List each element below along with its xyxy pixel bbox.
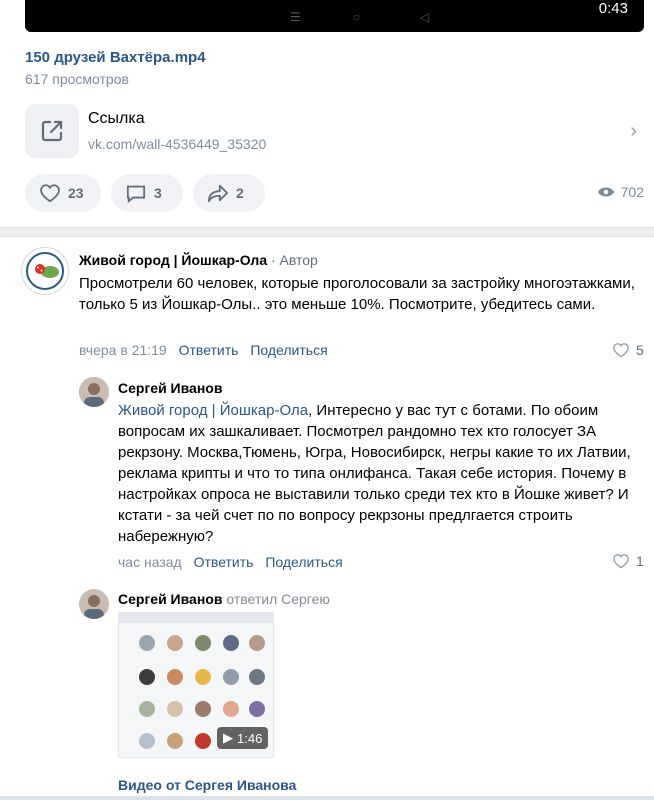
thumbnail-avatar xyxy=(249,701,265,717)
video-caption[interactable]: Видео от Сергея Иванова xyxy=(118,777,296,793)
video-thumbnail[interactable]: ▶ 1:46 xyxy=(118,612,274,758)
eye-icon xyxy=(597,187,614,197)
thumbnail-avatar xyxy=(195,701,211,717)
home-nav-icon: ○ xyxy=(353,10,361,24)
thumbnail-avatar xyxy=(167,733,183,749)
video-duration: 0:43 xyxy=(598,0,628,17)
thumbnail-avatar xyxy=(195,733,211,749)
thumbnail-header xyxy=(119,613,273,623)
share-link[interactable]: Поделиться xyxy=(250,342,327,358)
share-icon xyxy=(208,184,228,203)
comment-like-count: 5 xyxy=(636,342,644,358)
comment-icon xyxy=(126,185,146,203)
comment-time: час назад xyxy=(118,554,182,570)
bottom-divider xyxy=(0,796,654,800)
heart-icon xyxy=(613,343,629,358)
thumbnail-avatar xyxy=(249,635,265,651)
avatar[interactable] xyxy=(79,377,109,407)
video-title[interactable]: 150 друзей Вахтёра.mp4 xyxy=(25,49,206,66)
back-nav-icon: ◁ xyxy=(420,10,430,24)
comment-count: 3 xyxy=(154,185,162,201)
comment-time: вчера в 21:19 xyxy=(79,342,167,358)
share-button[interactable]: 2 xyxy=(193,174,265,212)
link-url: vk.com/wall-4536449_35320 xyxy=(88,136,267,152)
comment-text: Живой город | Йошкар-Ола, Интересно у ва… xyxy=(118,402,631,545)
chevron-right-icon: › xyxy=(630,120,637,142)
heart-icon xyxy=(613,554,629,569)
reply-link[interactable]: Ответить xyxy=(194,554,254,570)
reply-link[interactable]: Ответить xyxy=(179,342,239,358)
external-link-icon xyxy=(25,104,79,158)
heart-icon xyxy=(40,184,60,203)
mention-link[interactable]: Живой город | Йошкар-Ола xyxy=(118,402,308,419)
thumbnail-avatar xyxy=(167,701,183,717)
user-photo-icon xyxy=(79,377,109,407)
play-icon: ▶ xyxy=(223,730,233,745)
thumbnail-avatar xyxy=(195,669,211,685)
thumbnail-avatar xyxy=(223,669,239,685)
comment-like-count: 1 xyxy=(636,553,644,569)
thumbnail-avatar xyxy=(139,733,155,749)
menu-nav-icon: ☰ xyxy=(290,10,301,24)
comment-author[interactable]: Живой город | Йошкар-Ола · Автор xyxy=(79,252,318,268)
replied-to: ответил Сергею xyxy=(226,591,330,607)
video-duration-badge: ▶ 1:46 xyxy=(217,727,269,749)
thumbnail-avatar xyxy=(223,701,239,717)
thumbnail-avatar xyxy=(139,635,155,651)
thumbnail-avatar xyxy=(167,635,183,651)
comment-author[interactable]: Сергей Иванов ответил Сергею xyxy=(118,591,330,607)
post-views: 702 xyxy=(597,184,644,200)
like-count: 23 xyxy=(68,185,84,201)
video-player[interactable]: ☰ ○ ◁ 0:43 xyxy=(25,0,644,32)
thumbnail-avatar xyxy=(249,669,265,685)
like-button[interactable]: 23 xyxy=(25,174,101,212)
comment-meta: вчера в 21:19 Ответить Поделиться xyxy=(79,342,336,358)
video-views: 617 просмотров xyxy=(25,71,129,87)
comment-button[interactable]: 3 xyxy=(111,174,183,212)
link-title: Ссылка xyxy=(88,110,145,127)
share-link[interactable]: Поделиться xyxy=(265,554,342,570)
comment-author[interactable]: Сергей Иванов xyxy=(118,380,222,396)
community-logo-icon xyxy=(26,252,64,290)
thumbnail-avatar xyxy=(139,701,155,717)
thumbnail-avatar xyxy=(139,669,155,685)
thumbnail-avatar xyxy=(195,635,211,651)
comment-text: Просмотрели 60 человек, которые проголос… xyxy=(79,275,635,313)
comment-like-button[interactable]: 1 xyxy=(612,553,644,569)
comment-like-button[interactable]: 5 xyxy=(612,342,644,358)
section-divider xyxy=(0,227,654,237)
share-count: 2 xyxy=(236,185,244,201)
avatar[interactable] xyxy=(21,247,69,295)
thumbnail-avatar xyxy=(167,669,183,685)
thumbnail-avatar xyxy=(223,635,239,651)
link-attachment[interactable]: Ссылка vk.com/wall-4536449_35320 › xyxy=(25,104,645,162)
user-photo-icon xyxy=(79,589,109,619)
comment-meta: час назад Ответить Поделиться xyxy=(118,554,351,570)
avatar[interactable] xyxy=(79,589,109,619)
author-badge: · Автор xyxy=(271,252,318,268)
